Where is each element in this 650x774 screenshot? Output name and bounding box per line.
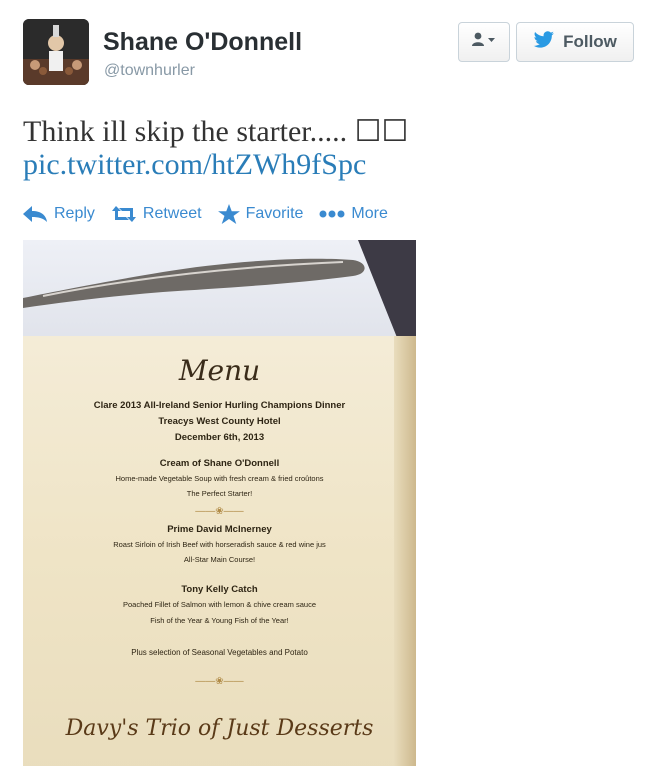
retweet-label: Retweet	[142, 205, 202, 222]
reply-label: Reply	[54, 205, 95, 222]
course-name: Cream of Shane O'Donnell	[159, 458, 280, 469]
card-edge	[394, 336, 416, 766]
follow-label: Follow	[563, 32, 617, 51]
retweet-icon	[111, 205, 137, 223]
tweet-text: Think ill skip the starter..... ☐☐	[23, 115, 409, 148]
favorite-label: Favorite	[245, 205, 304, 222]
more-label: More	[351, 205, 388, 222]
course-description: Poached Fillet of Salmon with lemon & ch…	[122, 600, 316, 609]
more-action[interactable]: More	[319, 205, 388, 223]
menu-title: Menu	[178, 354, 261, 387]
reply-action[interactable]: Reply	[22, 205, 95, 223]
tweet-photo[interactable]: Menu Clare 2013 All-Ireland Senior Hurli…	[23, 240, 416, 766]
avatar-photo	[23, 19, 89, 85]
user-name[interactable]: Shane O'Donnell	[103, 28, 302, 57]
menu-card: Menu Clare 2013 All-Ireland Senior Hurli…	[23, 336, 416, 766]
tweet-actions: Reply Retweet Favorite More	[22, 200, 404, 228]
twitter-bird-icon	[533, 30, 555, 54]
course-name: Prime David McInerney	[167, 524, 272, 535]
course-subtitle: All-Star Main Course!	[183, 555, 256, 564]
event-line: December 6th, 2013	[174, 432, 265, 443]
dessert-line: Davy's Trio of Just Desserts	[65, 716, 374, 741]
follow-button[interactable]: Follow	[516, 22, 634, 62]
ornament-divider: ——❀——	[195, 506, 244, 517]
knife-image	[23, 240, 416, 340]
avatar[interactable]	[23, 19, 89, 85]
course-description: Home-made Vegetable Soup with fresh crea…	[115, 474, 324, 483]
course-subtitle: The Perfect Starter!	[186, 489, 253, 498]
star-icon	[217, 204, 240, 224]
retweet-action[interactable]: Retweet	[111, 205, 202, 223]
favorite-action[interactable]: Favorite	[217, 204, 304, 224]
course-subtitle: Fish of the Year & Young Fish of the Yea…	[150, 616, 289, 625]
user-handle[interactable]: @townhurler	[104, 62, 195, 80]
user-actions-button[interactable]	[458, 22, 510, 62]
sides-line: Plus selection of Seasonal Vegetables an…	[131, 648, 308, 657]
ornament-divider: ——❀——	[195, 676, 244, 687]
user-dropdown-icon	[471, 32, 497, 53]
event-line: Clare 2013 All-Ireland Senior Hurling Ch…	[93, 400, 346, 411]
tweet-photo-link[interactable]: pic.twitter.com/htZWh9fSpc	[23, 148, 366, 182]
event-line: Treacys West County Hotel	[158, 416, 281, 427]
more-dots-icon	[319, 209, 345, 219]
course-name: Tony Kelly Catch	[181, 584, 258, 595]
reply-icon	[22, 205, 48, 223]
course-description: Roast Sirloin of Irish Beef with horsera…	[113, 540, 326, 549]
